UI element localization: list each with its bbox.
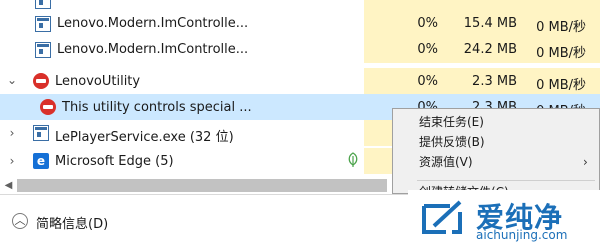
process-row[interactable]: Lenovo.Modern.ImControlle... 0% 24.2 MB …	[0, 37, 600, 63]
memory-value: 15.4 MB	[463, 16, 517, 31]
watermark-logo-icon	[422, 200, 462, 234]
menu-item-feedback[interactable]: 提供反馈(B)	[393, 132, 599, 152]
leaf-icon	[347, 152, 359, 168]
memory-value: 24.2 MB	[463, 42, 517, 57]
submenu-arrow-icon: ›	[583, 155, 588, 169]
process-row-lenovoutility[interactable]: ⌄ LenovoUtility 0% 2.3 MB 0 MB/秒	[0, 68, 600, 94]
process-name: This utility controls special ...	[62, 100, 252, 115]
scroll-thumb[interactable]	[17, 179, 387, 192]
menu-item-end-task[interactable]: 结束任务(E)	[393, 112, 599, 132]
process-name: Lenovo.Modern.ImControlle...	[57, 42, 249, 57]
scroll-left-arrow-icon[interactable]: ◀	[0, 177, 17, 194]
context-menu: 结束任务(E) 提供反馈(B) 资源值(V) › 创建转储文件(C)	[392, 108, 600, 194]
menu-item-label: 资源值(V)	[419, 155, 473, 169]
lenovo-utility-icon	[40, 99, 56, 115]
process-name: LenovoUtility	[55, 74, 141, 89]
process-name: Microsoft Edge (5)	[55, 154, 174, 169]
chevron-right-icon[interactable]: ›	[6, 154, 18, 168]
menu-item-resource-values[interactable]: 资源值(V) ›	[393, 152, 599, 172]
window-process-icon	[33, 125, 49, 141]
cpu-value: 0%	[417, 16, 438, 31]
watermark: 爱纯净 aichunjing.com	[408, 190, 600, 246]
cpu-value: 0%	[417, 74, 438, 89]
cpu-value: 0%	[417, 42, 438, 57]
process-row[interactable]: Lenovo.Modern.ImControlle... 0% 15.4 MB …	[0, 11, 600, 37]
disk-value: 0 MB/秒	[536, 78, 586, 93]
window-process-icon	[35, 42, 51, 58]
window-process-icon	[35, 16, 51, 32]
window-process-icon	[35, 0, 51, 9]
chevron-down-icon[interactable]: ⌄	[6, 73, 18, 87]
disk-value: 0 MB/秒	[536, 46, 586, 61]
menu-item-label: 提供反馈(B)	[419, 135, 485, 149]
chevron-right-icon[interactable]: ›	[6, 126, 18, 140]
memory-value: 2.3 MB	[472, 74, 517, 89]
edge-icon: e	[33, 153, 49, 169]
fewer-details-link[interactable]: 简略信息(D)	[36, 213, 108, 232]
disk-value: 0 MB/秒	[536, 20, 586, 35]
menu-separator	[417, 180, 595, 181]
process-name: LePlayerService.exe (32 位)	[55, 130, 234, 145]
collapse-up-icon[interactable]: ︿	[12, 213, 28, 229]
menu-item-label: 结束任务(E)	[419, 115, 484, 129]
process-name: Lenovo.Modern.ImControlle...	[57, 16, 249, 31]
watermark-site: aichunjing.com	[476, 228, 568, 242]
lenovo-utility-icon	[33, 73, 49, 89]
